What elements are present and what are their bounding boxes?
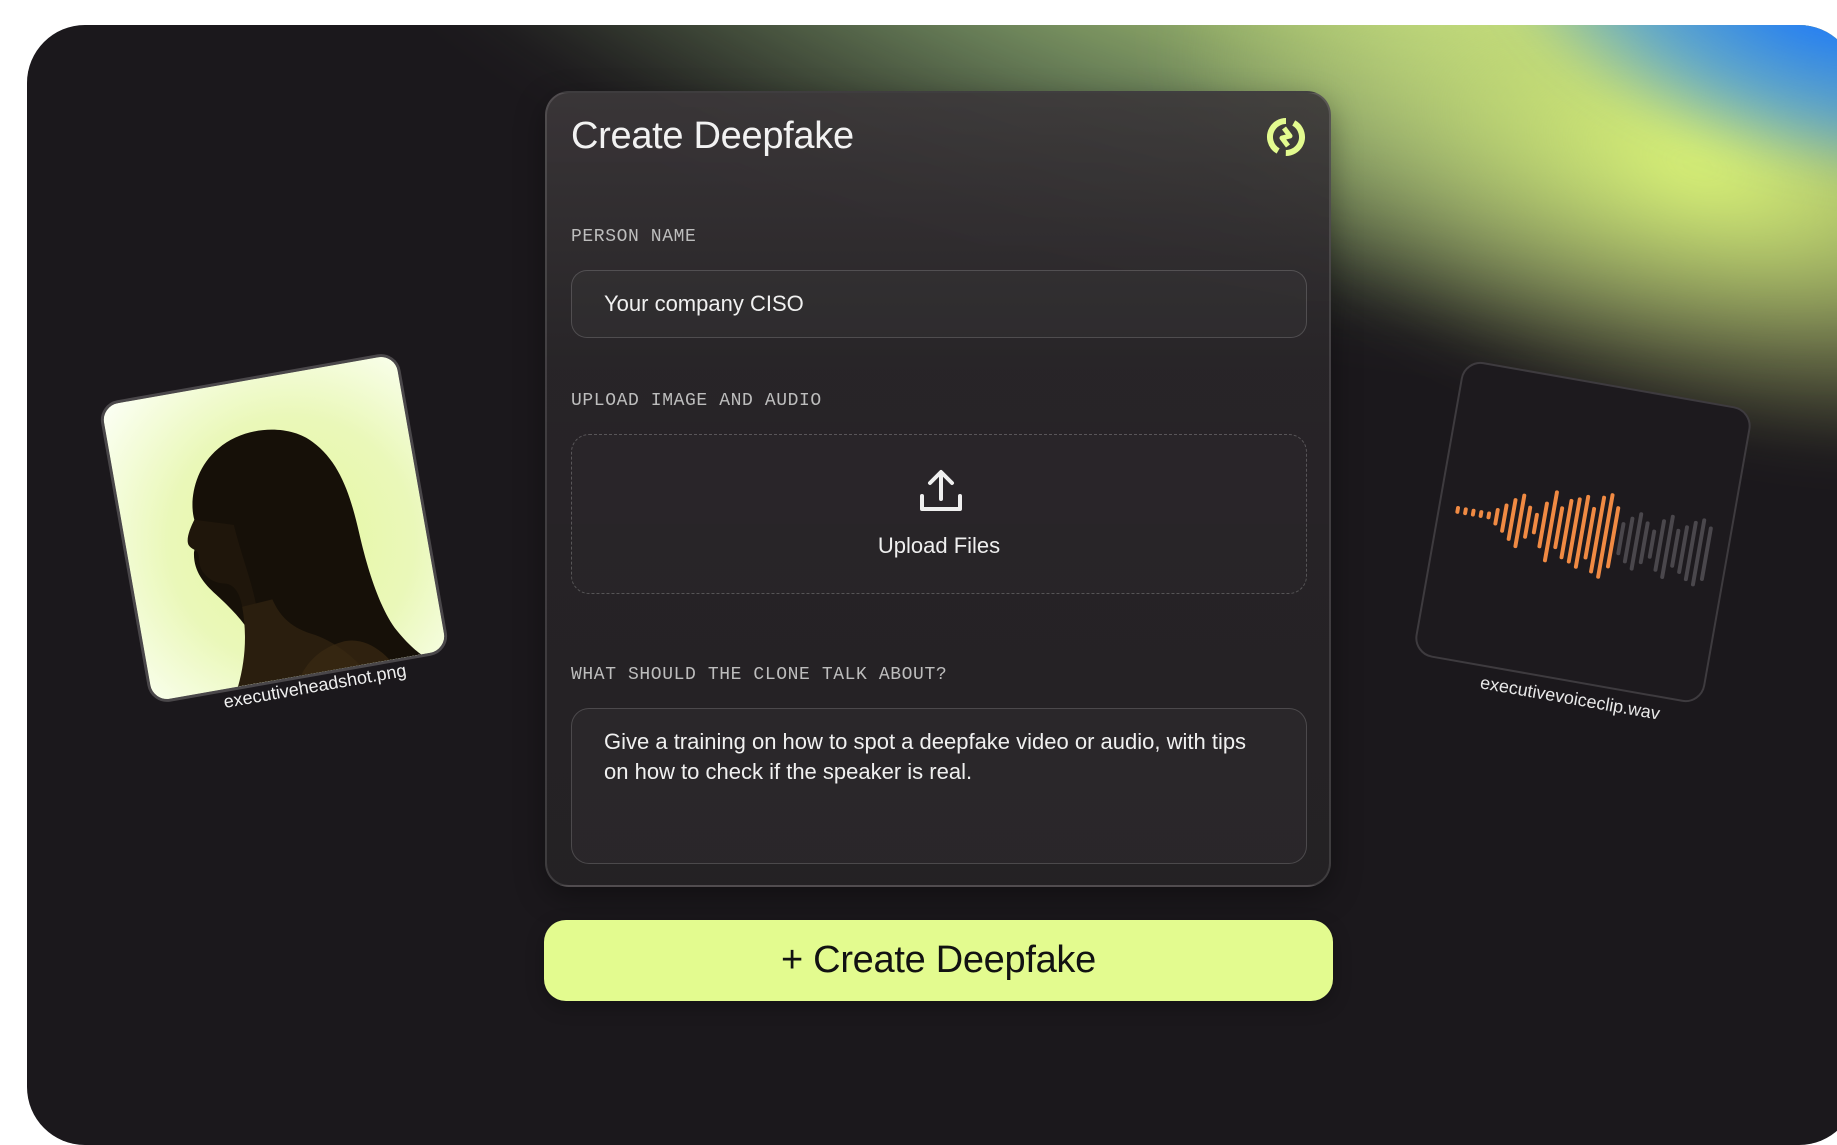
waveform-bar — [1500, 503, 1509, 533]
upload-files-label: Upload Files — [877, 533, 1001, 558]
image-file-card[interactable] — [97, 350, 451, 706]
waveform-bar — [1463, 507, 1468, 516]
waveform-bar — [1583, 506, 1597, 560]
create-deepfake-panel: Create Deepfake PERSON NAME UPLOAD IMAGE… — [545, 91, 1331, 887]
person-name-input[interactable] — [571, 270, 1307, 338]
waveform-bar — [1670, 528, 1681, 568]
logo-icon[interactable] — [1266, 117, 1306, 157]
waveform-bar — [1653, 519, 1666, 572]
waveform-bar — [1596, 493, 1615, 579]
waveform-bar — [1478, 510, 1484, 518]
create-deepfake-button[interactable]: + Create Deepfake — [544, 920, 1333, 1001]
waveform-icon — [1455, 490, 1713, 587]
panel-title: Create Deepfake — [571, 115, 854, 157]
executive-silhouette-image — [101, 354, 447, 702]
waveform-bar — [1537, 501, 1549, 549]
waveform-bar — [1677, 525, 1689, 574]
waveform-bar — [1506, 498, 1518, 541]
waveform-bar — [1455, 505, 1461, 514]
audio-file-card[interactable] — [1412, 358, 1754, 706]
topic-label: WHAT SHOULD THE CLONE TALK ABOUT? — [571, 665, 948, 685]
topic-textarea[interactable]: Give a training on how to spot a deepfak… — [571, 708, 1307, 864]
waveform-bar — [1622, 516, 1635, 564]
person-name-label: PERSON NAME — [571, 227, 697, 247]
waveform-bar — [1616, 522, 1626, 556]
waveform-bar — [1523, 505, 1533, 539]
waveform-bar — [1647, 529, 1657, 559]
waveform-bar — [1531, 512, 1539, 535]
upload-label: UPLOAD IMAGE AND AUDIO — [571, 391, 822, 411]
waveform-bar — [1553, 506, 1565, 550]
upload-icon — [920, 470, 962, 511]
waveform-bar — [1470, 508, 1476, 517]
waveform-bar — [1493, 507, 1500, 526]
upload-dropzone[interactable]: Upload Files — [571, 434, 1307, 594]
waveform-bar — [1638, 521, 1650, 565]
waveform-bar — [1486, 511, 1492, 520]
